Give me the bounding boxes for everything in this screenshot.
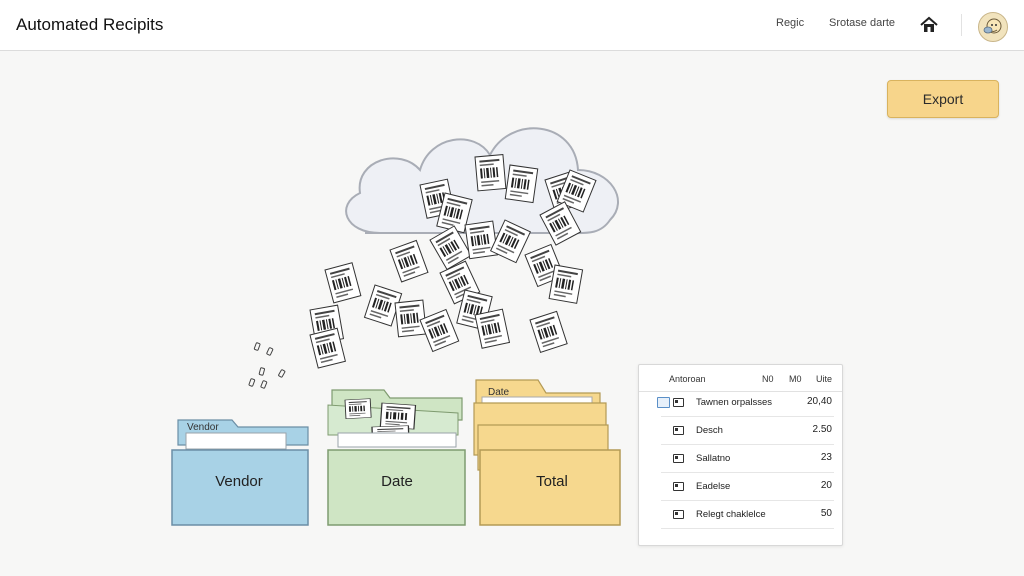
folder-label-vendor[interactable]: Vendor	[169, 473, 309, 490]
folder-label-date[interactable]: Date	[327, 473, 467, 490]
receipt-icon	[673, 482, 684, 491]
nav-link-storage-date[interactable]: Srotase darte	[829, 17, 895, 29]
row-value: 20,40	[806, 396, 832, 407]
home-icon[interactable]	[918, 14, 940, 36]
summary-panel-header: Antoroan N0 M0 Uite	[639, 365, 842, 392]
receipt-icon	[673, 426, 684, 435]
table-row[interactable]: Tawnen orpalsses 20,40	[639, 389, 842, 417]
receipt-icon	[673, 510, 684, 519]
total-folder-tab-label: Date	[488, 387, 510, 398]
summary-panel: Antoroan N0 M0 Uite Tawnen orpalsses 20,…	[638, 364, 843, 546]
row-select-checkbox[interactable]	[657, 397, 670, 408]
nav-divider	[961, 14, 962, 36]
table-row[interactable]: Eadelse 20	[639, 473, 842, 501]
column-header-m0[interactable]: M0	[789, 374, 802, 384]
row-name: Tawnen orpalsses	[696, 397, 773, 408]
row-name: Eadelse	[696, 481, 731, 492]
row-value: 50	[820, 508, 832, 519]
row-name: Desch	[696, 425, 723, 436]
row-value: 20	[820, 480, 832, 491]
user-avatar-icon[interactable]	[978, 12, 1008, 42]
table-row[interactable]: Desch 2.50	[639, 417, 842, 445]
row-value: 23	[820, 452, 832, 463]
app-title: Automated Recipits	[16, 15, 164, 34]
column-header-unit[interactable]: Uite	[816, 374, 832, 384]
column-header-n0[interactable]: N0	[762, 374, 774, 384]
vendor-folder-tab-label: Vendor	[187, 422, 219, 433]
export-button[interactable]: Export	[887, 80, 999, 118]
cloud-receipts-illustration	[171, 127, 621, 526]
top-bar: Automated Recipits Regic Srotase darte	[0, 0, 1024, 51]
row-name: Sallatno	[696, 453, 731, 464]
receipt-icon	[673, 398, 684, 407]
table-row[interactable]: Relegt chaklelce 50	[639, 501, 842, 529]
nav-link-regic[interactable]: Regic	[776, 17, 804, 29]
date-folder-icon	[327, 389, 466, 526]
column-header-name[interactable]: Antoroan	[669, 374, 706, 384]
table-row[interactable]: Sallatno 23	[639, 445, 842, 473]
total-folder-icon	[473, 379, 621, 526]
row-divider	[661, 528, 834, 529]
folder-label-total[interactable]: Total	[482, 473, 622, 490]
row-name: Relegt chaklelce	[696, 509, 766, 520]
receipt-icon	[673, 454, 684, 463]
row-value: 2.50	[812, 424, 832, 435]
